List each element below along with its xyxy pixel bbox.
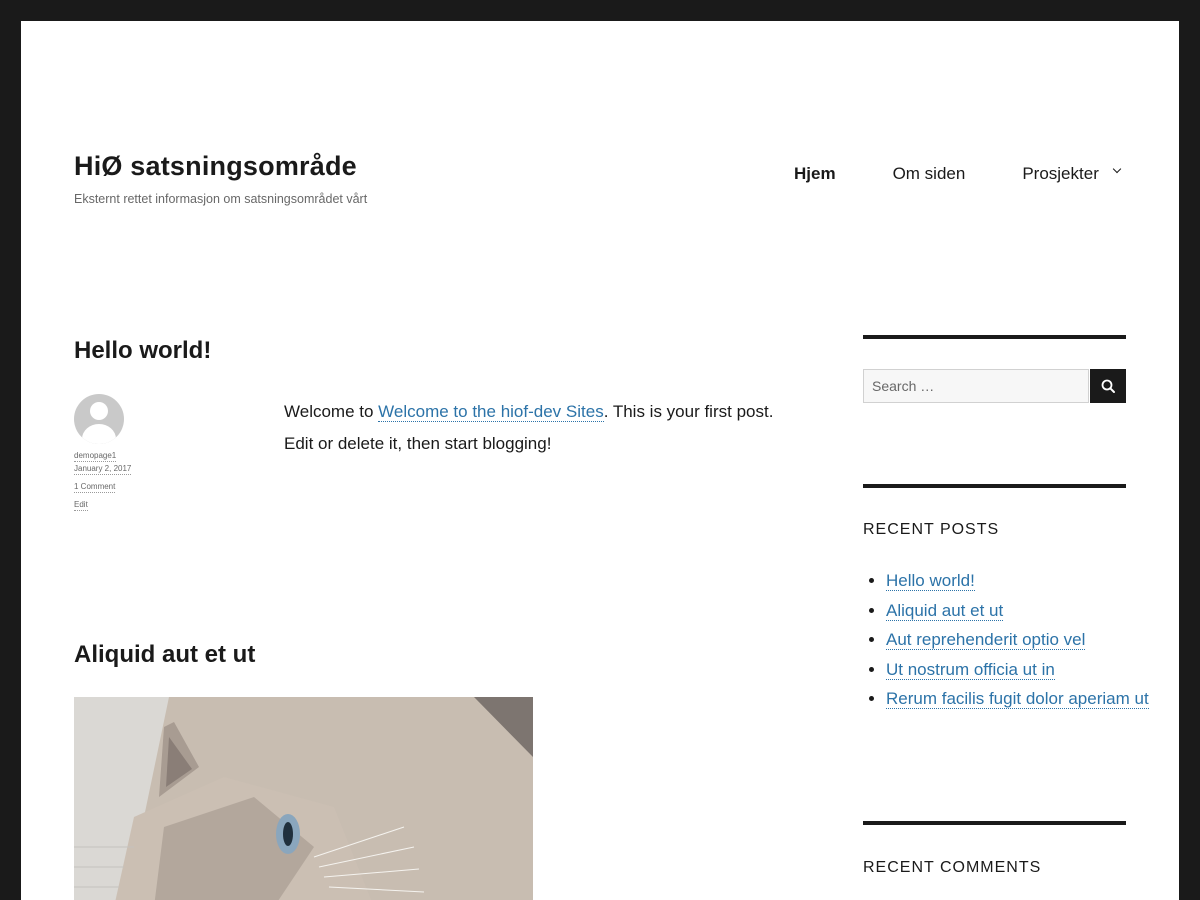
list-item: Aut reprehenderit optio vel: [886, 625, 1149, 655]
post-image-cat[interactable]: [74, 697, 533, 900]
search-icon: [1101, 379, 1115, 393]
content-text: Welcome to: [284, 402, 379, 421]
post-author[interactable]: demopage1: [74, 451, 117, 462]
post-date[interactable]: January 2, 2017: [74, 464, 132, 475]
post-edit-link[interactable]: Edit: [74, 500, 88, 511]
site-title[interactable]: HiØ satsningsområde: [74, 151, 357, 182]
post-title[interactable]: Hello world!: [74, 337, 211, 365]
nav-item-om-siden[interactable]: Om siden: [893, 164, 966, 184]
nav-item-hjem[interactable]: Hjem: [794, 164, 836, 184]
post-title-2[interactable]: Aliquid aut et ut: [74, 641, 255, 669]
recent-posts-list: Hello world! Aliquid aut et ut Aut repre…: [863, 566, 1149, 714]
page: HiØ satsningsområde Eksternt rettet info…: [21, 21, 1179, 900]
widget-divider: [863, 484, 1126, 488]
main-navigation: Hjem Om siden Prosjekter: [794, 164, 1122, 184]
recent-comments-title: Recent Comments: [863, 859, 1042, 876]
post-content: Welcome to Welcome to the hiof-dev Sites…: [284, 396, 794, 460]
recent-post-link[interactable]: Ut nostrum officia ut in: [886, 659, 1055, 680]
recent-posts-title: Recent Posts: [863, 521, 1000, 538]
site-description: Eksternt rettet informasjon om satsnings…: [74, 192, 368, 206]
search-input[interactable]: [863, 369, 1089, 403]
post-comments-link[interactable]: 1 Comment: [74, 482, 116, 493]
recent-post-link[interactable]: Rerum facilis fugit dolor aperiam ut: [886, 689, 1149, 710]
list-item: Ut nostrum officia ut in: [886, 655, 1149, 685]
widget-divider: [863, 335, 1126, 339]
list-item: Aliquid aut et ut: [886, 596, 1149, 626]
widget-divider: [863, 821, 1126, 825]
avatar-icon[interactable]: [74, 394, 124, 444]
recent-post-link[interactable]: Aliquid aut et ut: [886, 600, 1004, 621]
search-button[interactable]: [1090, 369, 1126, 403]
list-item: Hello world!: [886, 566, 1149, 596]
list-item: Rerum facilis fugit dolor aperiam ut: [886, 684, 1149, 714]
nav-item-prosjekter[interactable]: Prosjekter: [1022, 164, 1099, 184]
content-link[interactable]: Welcome to the hiof-dev Sites: [378, 402, 604, 422]
recent-post-link[interactable]: Hello world!: [886, 571, 975, 591]
recent-post-link[interactable]: Aut reprehenderit optio vel: [886, 630, 1086, 651]
chevron-down-icon[interactable]: [1112, 164, 1122, 174]
